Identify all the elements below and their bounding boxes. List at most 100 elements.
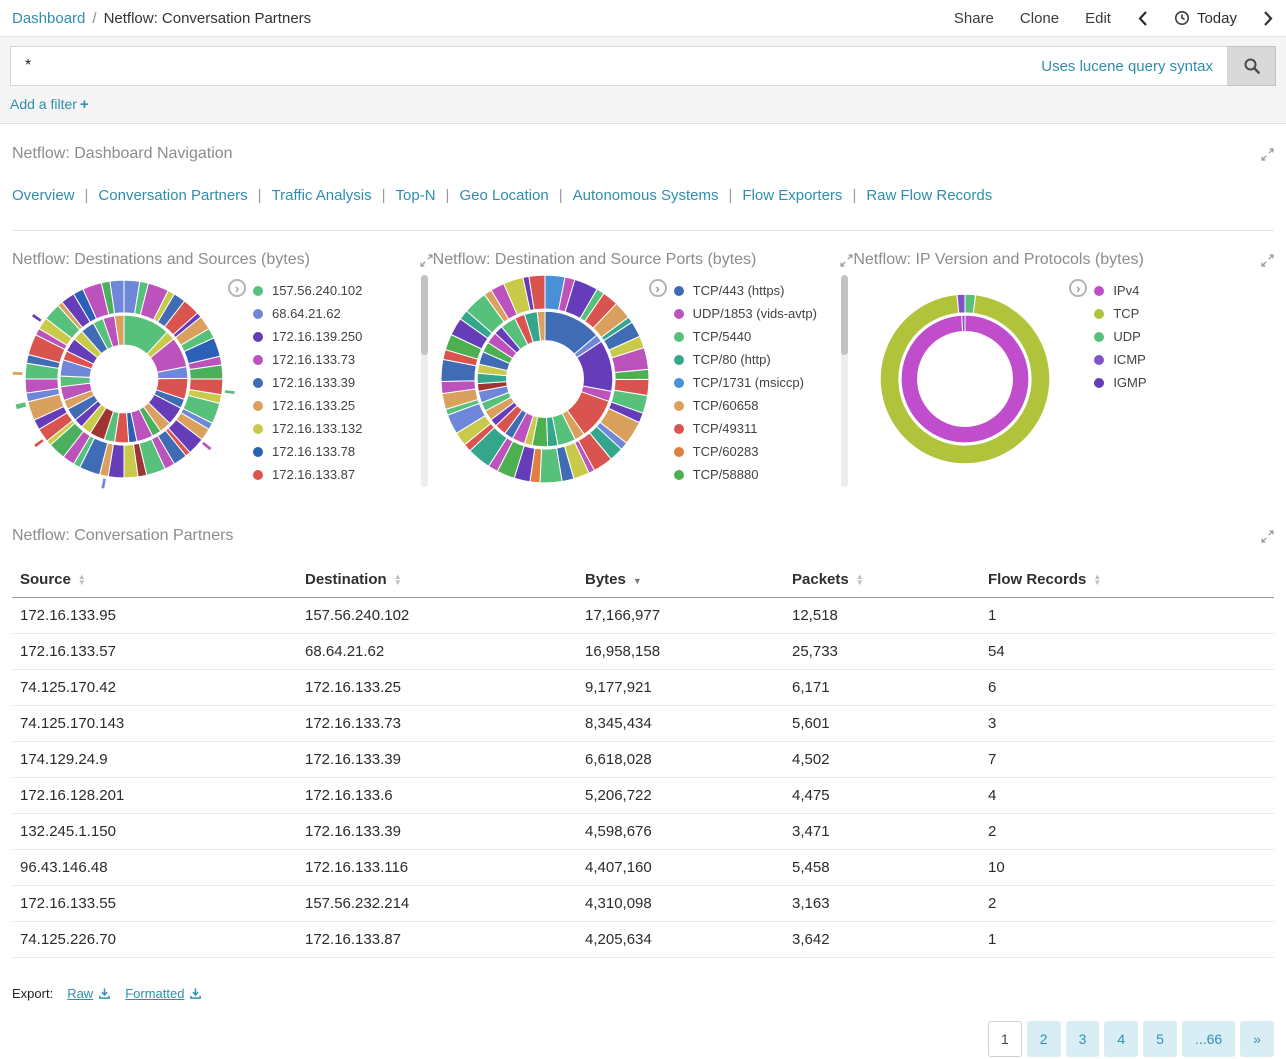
legend-item[interactable]: ICMP: [1094, 348, 1146, 371]
legend-item[interactable]: 68.64.21.62: [253, 302, 362, 325]
breadcrumb: Dashboard / Netflow: Conversation Partne…: [12, 10, 311, 27]
share-button[interactable]: Share: [954, 10, 994, 27]
legend-color-dot: [674, 447, 684, 457]
nav-separator: |: [382, 187, 386, 204]
table-row: 172.16.133.55157.56.232.2144,310,0983,16…: [12, 886, 1274, 922]
top-navbar: Dashboard / Netflow: Conversation Partne…: [0, 0, 1286, 36]
sort-icon: ▲▼: [394, 574, 402, 586]
add-filter-link[interactable]: Add a filter+: [10, 96, 89, 112]
panel-conversation-partners: Netflow: Conversation Partners Source▲▼D…: [12, 523, 1274, 1059]
export-formatted-link[interactable]: Formatted: [125, 986, 202, 1001]
legend-item[interactable]: 172.16.133.132: [253, 417, 362, 440]
table-row: 74.125.226.70172.16.133.874,205,6343,642…: [12, 922, 1274, 958]
scrollbar-thumb[interactable]: [421, 275, 428, 355]
legend-item[interactable]: UDP/1853 (vids-avtp): [674, 302, 817, 325]
table-row: 172.16.133.5768.64.21.6216,958,15825,733…: [12, 634, 1274, 670]
table-header-row: Source▲▼Destination▲▼Bytes▼Packets▲▼Flow…: [12, 561, 1274, 598]
nav-link-flow-exporters[interactable]: Flow Exporters: [742, 187, 842, 204]
scrollbar-thumb[interactable]: [841, 275, 848, 355]
legend-toggle-icon[interactable]: ›: [228, 279, 246, 297]
edit-button[interactable]: Edit: [1085, 10, 1111, 27]
legend-color-dot: [253, 470, 263, 480]
query-input[interactable]: [11, 57, 1041, 75]
legend-item[interactable]: IGMP: [1094, 371, 1146, 394]
table-row: 96.43.146.48172.16.133.1164,407,1605,458…: [12, 850, 1274, 886]
legend-item[interactable]: TCP/443 (https): [674, 279, 817, 302]
expand-panel-button[interactable]: [1261, 530, 1274, 543]
table-row: 74.125.170.42172.16.133.259,177,9216,171…: [12, 670, 1274, 706]
legend-item[interactable]: IPv4: [1094, 279, 1146, 302]
nav-link-autonomous-systems[interactable]: Autonomous Systems: [573, 187, 719, 204]
expand-panel-button[interactable]: [1261, 148, 1274, 161]
column-header-source[interactable]: Source▲▼: [12, 561, 297, 598]
legend-item[interactable]: TCP/5440: [674, 325, 817, 348]
pagination-page-66[interactable]: ...66: [1182, 1021, 1235, 1057]
legend-item[interactable]: 172.16.133.25: [253, 394, 362, 417]
column-header-flow-records[interactable]: Flow Records▲▼: [980, 561, 1274, 598]
legend-toggle-icon[interactable]: ›: [1069, 279, 1087, 297]
legend-item[interactable]: TCP: [1094, 302, 1146, 325]
legend-color-dot: [1094, 286, 1104, 296]
time-back-button[interactable]: [1137, 10, 1148, 27]
nav-separator: |: [258, 187, 262, 204]
sunburst-chart[interactable]: [429, 263, 661, 495]
pagination-page-2[interactable]: 2: [1027, 1021, 1061, 1057]
nav-link-traffic-analysis[interactable]: Traffic Analysis: [272, 187, 372, 204]
legend-item[interactable]: TCP/60283: [674, 440, 817, 463]
nav-link-conversation-partners[interactable]: Conversation Partners: [98, 187, 247, 204]
pagination-page-4[interactable]: 4: [1104, 1021, 1138, 1057]
legend-item[interactable]: UDP: [1094, 325, 1146, 348]
legend-scrollbar[interactable]: [421, 275, 428, 487]
table-row: 132.245.1.150172.16.133.394,598,6763,471…: [12, 814, 1274, 850]
legend-color-dot: [253, 401, 263, 411]
legend-item[interactable]: 172.16.139.250: [253, 325, 362, 348]
legend-item[interactable]: TCP/49311: [674, 417, 817, 440]
donut-chart[interactable]: [849, 263, 1081, 495]
nav-link-geo-location[interactable]: Geo Location: [459, 187, 548, 204]
legend-item[interactable]: TCP/60658: [674, 394, 817, 417]
nav-link-top-n[interactable]: Top-N: [396, 187, 436, 204]
nav-separator: |: [729, 187, 733, 204]
legend-color-dot: [253, 286, 263, 296]
search-button[interactable]: [1228, 46, 1276, 86]
legend-item[interactable]: TCP/58880: [674, 463, 817, 486]
legend-item[interactable]: TCP/1731 (msiccp): [674, 371, 817, 394]
sunburst-chart[interactable]: [8, 263, 240, 495]
legend-color-dot: [1094, 378, 1104, 388]
pagination-page-1[interactable]: 1: [988, 1021, 1022, 1057]
legend-item[interactable]: 172.16.133.78: [253, 440, 362, 463]
legend-item[interactable]: 172.16.133.39: [253, 371, 362, 394]
column-header-destination[interactable]: Destination▲▼: [297, 561, 577, 598]
panel-destinations-sources: Netflow: Destinations and Sources (bytes…: [12, 247, 433, 509]
legend-color-dot: [674, 332, 684, 342]
panel-title: Netflow: Conversation Partners: [12, 527, 233, 545]
legend-color-dot: [674, 355, 684, 365]
legend-scrollbar[interactable]: [841, 275, 848, 487]
nav-separator: |: [446, 187, 450, 204]
nav-link-raw-flow-records[interactable]: Raw Flow Records: [866, 187, 992, 204]
legend-item[interactable]: 172.16.133.87: [253, 463, 362, 486]
time-forward-button[interactable]: [1263, 10, 1274, 27]
charts-row: Netflow: Destinations and Sources (bytes…: [12, 247, 1274, 509]
legend-color-dot: [1094, 332, 1104, 342]
lucene-syntax-link[interactable]: Uses lucene query syntax: [1041, 58, 1213, 75]
column-header-bytes[interactable]: Bytes▼: [577, 561, 784, 598]
pagination-next-button[interactable]: »: [1240, 1021, 1274, 1057]
timepicker-button[interactable]: Today: [1174, 10, 1237, 27]
table-row: 172.16.128.201172.16.133.65,206,7224,475…: [12, 778, 1274, 814]
legend-list: TCP/443 (https)UDP/1853 (vids-avtp)TCP/5…: [674, 279, 817, 486]
pagination-page-5[interactable]: 5: [1143, 1021, 1177, 1057]
column-header-packets[interactable]: Packets▲▼: [784, 561, 980, 598]
pagination-page-3[interactable]: 3: [1066, 1021, 1100, 1057]
legend-toggle-icon[interactable]: ›: [649, 279, 667, 297]
legend-color-dot: [253, 309, 263, 319]
breadcrumb-dashboard-link[interactable]: Dashboard: [12, 10, 85, 27]
legend-item[interactable]: 157.56.240.102: [253, 279, 362, 302]
expand-panel-button[interactable]: [1261, 254, 1274, 267]
table-row: 172.16.133.95157.56.240.10217,166,97712,…: [12, 598, 1274, 634]
export-raw-link[interactable]: Raw: [67, 986, 111, 1001]
clone-button[interactable]: Clone: [1020, 10, 1059, 27]
nav-link-overview[interactable]: Overview: [12, 187, 75, 204]
legend-item[interactable]: TCP/80 (http): [674, 348, 817, 371]
legend-item[interactable]: 172.16.133.73: [253, 348, 362, 371]
